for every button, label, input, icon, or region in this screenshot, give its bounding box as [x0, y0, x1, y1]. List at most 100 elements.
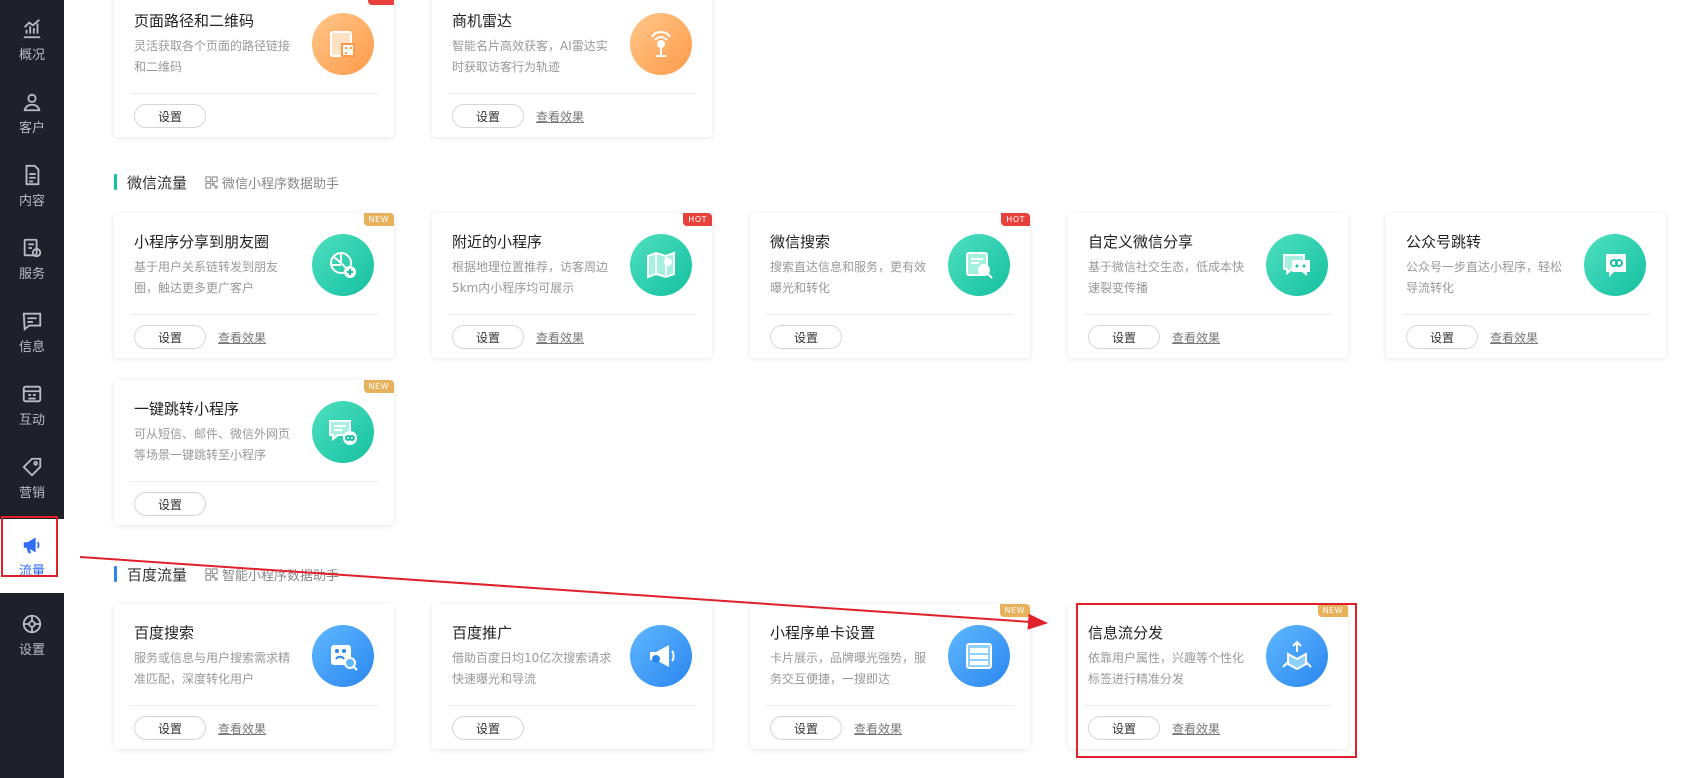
settings-button[interactable]: 设置: [134, 325, 206, 349]
card-desc: 公众号一步直达小程序，轻松导流转化: [1406, 260, 1563, 295]
card-divider: [766, 705, 1014, 706]
view-effect-link[interactable]: 查看效果: [1172, 329, 1220, 346]
settings-button[interactable]: 设置: [1088, 325, 1160, 349]
sidebar-item-overview[interactable]: 概况: [0, 4, 64, 76]
card-divider: [130, 481, 378, 482]
card-baidu-promotion: 百度推广 借助百度日均10亿次搜索请求快速曝光和导流 设置: [432, 604, 712, 749]
card-title: 附近的小程序: [452, 233, 543, 251]
view-effect-link[interactable]: 查看效果: [536, 108, 584, 125]
card-custom-wechat-share: 自定义微信分享 基于微信社交生态，低成本快速裂变传播 设置 查看效果: [1068, 213, 1348, 358]
card-title: 页面路径和二维码: [134, 12, 255, 30]
card-desc: 搜索直达信息和服务，更有效曝光和转化: [770, 260, 927, 295]
card-divider: [448, 705, 696, 706]
wechat-icon: [1266, 234, 1328, 296]
card-title: 百度搜索: [134, 624, 195, 642]
card-page-path: 页面路径和二维码 灵活获取各个页面的路径链接和二维码 设置: [114, 0, 394, 137]
settings-button[interactable]: 设置: [134, 492, 206, 516]
sidebar-item-label: 营销: [18, 485, 45, 501]
view-effect-link[interactable]: 查看效果: [536, 329, 584, 346]
sidebar-item-marketing[interactable]: 营销: [0, 442, 64, 514]
view-effect-link[interactable]: 查看效果: [854, 720, 902, 737]
settings-button[interactable]: 设置: [452, 325, 524, 349]
card-nearby-mini-program: HOT 附近的小程序 根据地理位置推荐，访客周边5km内小程序均可展示 设置 查…: [432, 213, 712, 358]
baidu-promo-icon: [630, 625, 692, 687]
section-title-baidu: 百度流量 智能小程序数据助手: [114, 564, 339, 584]
gear-icon: [22, 614, 42, 633]
card-divider: [766, 314, 1014, 315]
card-desc: 可从短信、邮件、微信外网页等场景一键跳转至小程序: [134, 427, 291, 462]
map-icon: [630, 234, 692, 296]
search-page-icon: [948, 234, 1010, 296]
settings-button[interactable]: 设置: [770, 716, 842, 740]
message-icon: [22, 312, 42, 331]
card-share-moments: NEW 小程序分享到朋友圈 基于用户关系链转发到朋友圈，触达更多更广客户 设置 …: [114, 213, 394, 358]
chart-icon: [23, 18, 41, 38]
section-name: 百度流量: [127, 565, 188, 584]
sidebar-item-service[interactable]: 服务: [0, 223, 64, 295]
card-desc: 服务或信息与用户搜索需求精准匹配，深度转化用户: [134, 651, 291, 686]
sidebar-item-settings[interactable]: 设置: [0, 599, 64, 671]
card-wechat-search: HOT 微信搜索 搜索直达信息和服务，更有效曝光和转化 设置: [750, 213, 1030, 358]
sidebar: 概况 客户 内容 服务 信息 互动 营销 流量 设置: [0, 0, 64, 778]
baidu-search-icon: [312, 625, 374, 687]
qrcode-icon: [205, 567, 218, 581]
sidebar-item-interaction[interactable]: 互动: [0, 369, 64, 441]
card-desc: 卡片展示，品牌曝光强势，服务交互便捷，一搜即达: [770, 651, 927, 686]
card-title: 百度推广: [452, 624, 513, 642]
smart-program-helper-link[interactable]: 智能小程序数据助手: [205, 565, 339, 584]
moments-icon: [312, 234, 374, 296]
sidebar-item-content[interactable]: 内容: [0, 150, 64, 222]
settings-button[interactable]: 设置: [452, 104, 524, 128]
card-title: 小程序分享到朋友圈: [134, 233, 270, 251]
service-icon: [23, 238, 42, 257]
card-baidu-search: 百度搜索 服务或信息与用户搜索需求精准匹配，深度转化用户 设置 查看效果: [114, 604, 394, 749]
settings-button[interactable]: 设置: [134, 716, 206, 740]
official-account-icon: [1584, 234, 1646, 296]
sidebar-item-label: 概况: [18, 47, 45, 63]
section-title-wechat: 微信流量 微信小程序数据助手: [114, 172, 339, 192]
sidebar-highlight-box: [1, 516, 58, 577]
card-list-icon: [948, 625, 1010, 687]
settings-button[interactable]: 设置: [1406, 325, 1478, 349]
card-desc: 根据地理位置推荐，访客周边5km内小程序均可展示: [452, 260, 609, 295]
view-effect-link[interactable]: 查看效果: [218, 329, 266, 346]
settings-button[interactable]: 设置: [770, 325, 842, 349]
new-badge: NEW: [363, 380, 394, 393]
hot-badge: [368, 0, 394, 5]
sidebar-item-label: 信息: [18, 339, 45, 355]
card-title: 商机雷达: [452, 12, 513, 30]
card-divider: [1402, 314, 1650, 315]
view-effect-link[interactable]: 查看效果: [1490, 329, 1538, 346]
qrcode-page-icon: [312, 13, 374, 75]
sidebar-item-customer[interactable]: 客户: [0, 77, 64, 149]
card-one-click-jump: NEW 一键跳转小程序 可从短信、邮件、微信外网页等场景一键跳转至小程序 设置: [114, 380, 394, 525]
view-effect-link[interactable]: 查看效果: [218, 720, 266, 737]
hot-badge: HOT: [683, 213, 712, 226]
card-title: 一键跳转小程序: [134, 400, 240, 418]
jump-icon: [312, 401, 374, 463]
card-divider: [448, 93, 696, 94]
card-divider: [130, 705, 378, 706]
sidebar-item-label: 内容: [18, 193, 45, 209]
card-desc: 借助百度日均10亿次搜索请求快速曝光和导流: [452, 651, 612, 686]
new-badge: NEW: [999, 604, 1030, 617]
mini-program-helper-link[interactable]: 微信小程序数据助手: [205, 173, 339, 192]
card-desc: 智能名片高效获客，AI雷达实时获取访客行为轨迹: [452, 39, 608, 74]
section-name: 微信流量: [127, 173, 188, 192]
settings-button[interactable]: 设置: [134, 104, 206, 128]
sidebar-item-message[interactable]: 信息: [0, 296, 64, 368]
card-divider: [1084, 314, 1332, 315]
card-divider: [448, 314, 696, 315]
card-divider: [130, 93, 378, 94]
card-desc: 基于用户关系链转发到朋友圈，触达更多更广客户: [134, 260, 279, 295]
card-divider: [130, 314, 378, 315]
card-title: 小程序单卡设置: [770, 624, 876, 642]
sidebar-item-label: 互动: [18, 412, 45, 428]
card-desc: 基于微信社交生态，低成本快速裂变传播: [1088, 260, 1245, 295]
card-official-account-jump: 公众号跳转 公众号一步直达小程序，轻松导流转化 设置 查看效果: [1386, 213, 1666, 358]
card-title: 微信搜索: [770, 233, 831, 251]
settings-button[interactable]: 设置: [452, 716, 524, 740]
card-title: 自定义微信分享: [1088, 233, 1194, 251]
new-badge: NEW: [363, 213, 394, 226]
highlight-box: [1076, 603, 1357, 758]
